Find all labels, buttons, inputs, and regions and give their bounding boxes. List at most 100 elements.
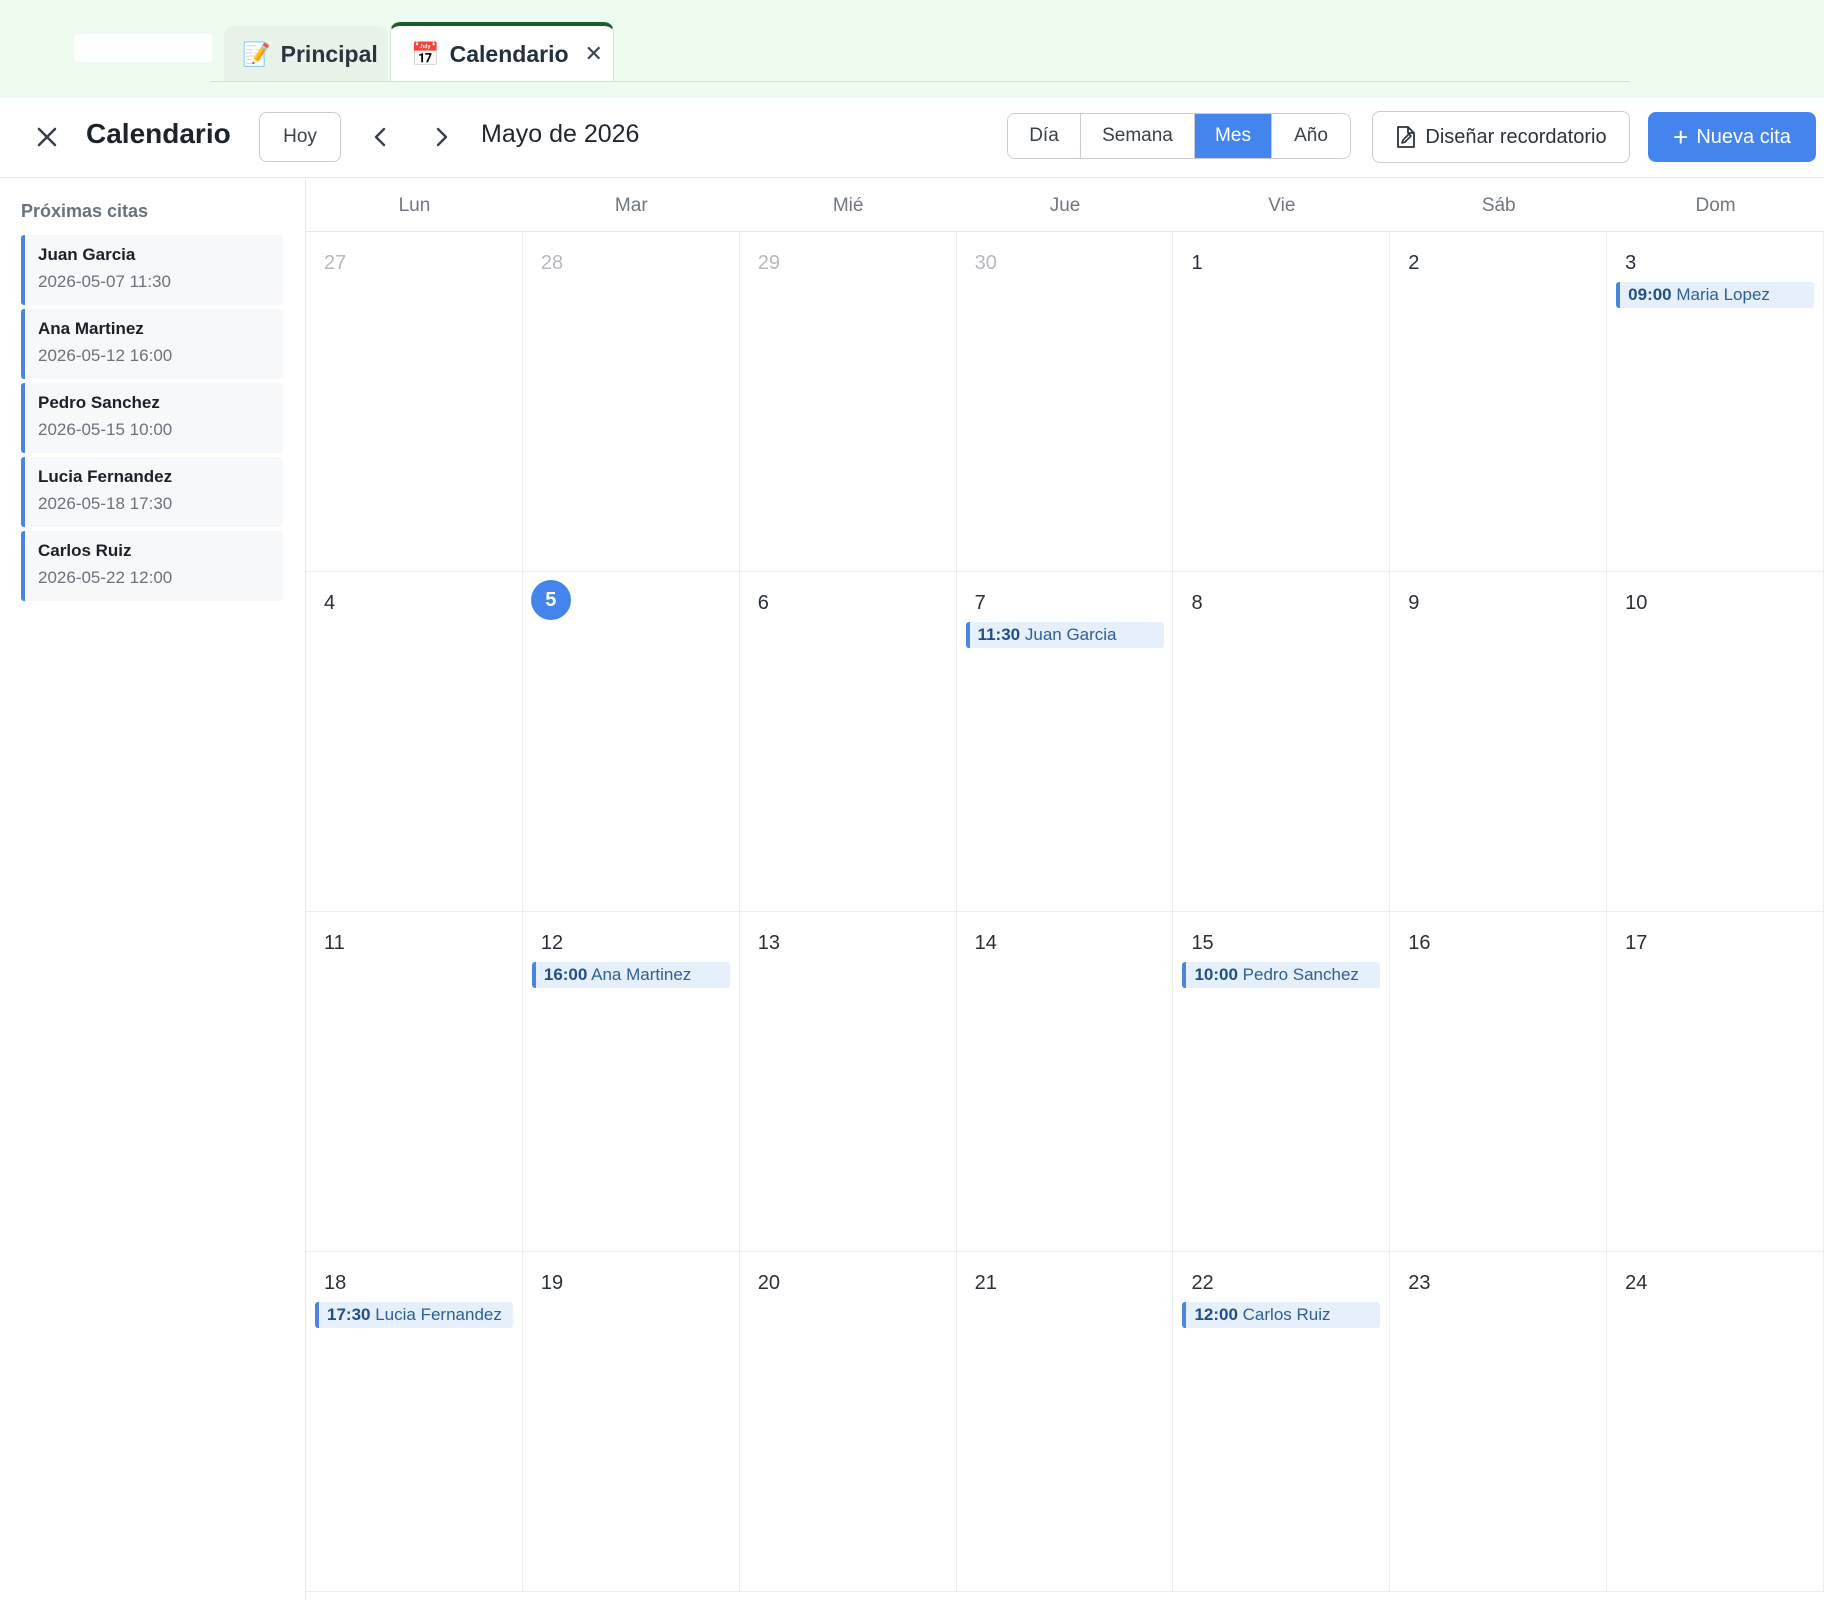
upcoming-item[interactable]: Carlos Ruiz 2026-05-22 12:00 — [21, 531, 283, 601]
day-cell[interactable]: 24 — [1607, 1252, 1824, 1591]
day-number: 6 — [757, 592, 769, 614]
design-reminder-label: Diseñar recordatorio — [1425, 125, 1607, 148]
day-number: 2 — [1408, 252, 1420, 274]
tab-principal[interactable]: 📝 Principal — [224, 26, 388, 82]
day-cell[interactable]: 3 09:00 Maria Lopez — [1607, 232, 1824, 571]
day-number: 15 — [1191, 932, 1214, 954]
day-cell[interactable]: 1 — [1173, 232, 1391, 571]
day-cell[interactable]: 18 17:30 Lucia Fernandez — [306, 1252, 523, 1591]
weekday-label: Vie — [1268, 195, 1296, 216]
day-cell[interactable]: 29 — [740, 232, 957, 571]
day-number: 7 — [974, 592, 986, 614]
new-appointment-button[interactable]: + Nueva cita — [1648, 112, 1816, 162]
weekday-label: Sáb — [1481, 195, 1516, 216]
day-cell[interactable]: 9 — [1390, 572, 1608, 911]
upcoming-item[interactable]: Juan Garcia 2026-05-07 11:30 — [21, 235, 283, 305]
day-number: 23 — [1408, 1272, 1431, 1294]
day-number: 10 — [1625, 592, 1648, 614]
day-cell[interactable]: 16 — [1390, 912, 1608, 1251]
appointment-chip[interactable]: 10:00 Pedro Sanchez — [1182, 962, 1381, 988]
upcoming-item[interactable]: Lucia Fernandez 2026-05-18 17:30 — [21, 457, 283, 527]
day-number: 14 — [974, 932, 997, 954]
day-cell[interactable]: 19 — [523, 1252, 740, 1591]
upcoming-name: Carlos Ruiz — [38, 541, 132, 560]
day-cell[interactable]: 12 16:00 Ana Martinez — [523, 912, 740, 1251]
day-cell[interactable]: 30 — [957, 232, 1174, 571]
upcoming-item[interactable]: Pedro Sanchez 2026-05-15 10:00 — [21, 383, 283, 453]
appointment-name: Pedro Sanchez — [1242, 965, 1359, 984]
day-cell[interactable]: 15 10:00 Pedro Sanchez — [1173, 912, 1391, 1251]
sidebar-title: Próximas citas — [21, 201, 149, 221]
day-cell[interactable]: 27 — [306, 232, 523, 571]
upcoming-sidebar: Próximas citas Juan Garcia 2026-05-07 11… — [0, 179, 306, 1600]
chevron-right-icon[interactable] — [424, 120, 458, 154]
day-cell[interactable]: 5 — [523, 572, 740, 911]
upcoming-name: Juan Garcia — [38, 245, 136, 264]
close-icon[interactable] — [32, 122, 62, 152]
week-row: 11 12 16:00 Ana Martinez 13 14 15 10:00 Pedro … — [306, 912, 1824, 1252]
day-cell[interactable]: 11 — [306, 912, 523, 1251]
current-month-label: Mayo de 2026 — [481, 120, 640, 148]
day-cell[interactable]: 28 — [523, 232, 740, 571]
view-month-button[interactable]: Mes — [1195, 114, 1272, 158]
day-number: 19 — [540, 1272, 564, 1294]
appointment-time: 09:00 — [1628, 285, 1672, 304]
day-cell[interactable]: 21 — [957, 1252, 1174, 1591]
today-button[interactable]: Hoy — [259, 112, 341, 162]
day-cell[interactable]: 7 11:30 Juan Garcia — [957, 572, 1174, 911]
day-cell[interactable]: 8 — [1173, 572, 1391, 911]
appointment-chip[interactable]: 12:00 Carlos Ruiz — [1182, 1302, 1381, 1328]
day-cell[interactable]: 4 — [306, 572, 523, 911]
appointment-chip[interactable]: 16:00 Ana Martinez — [531, 962, 730, 988]
appointment-time: 16:00 — [543, 965, 588, 984]
month-grid: 27 28 29 30 1 2 3 09:00 Maria Lopez 4 5 6 7 11:30 Ju… — [306, 232, 1824, 1592]
day-cell[interactable]: 2 — [1390, 232, 1608, 571]
memo-icon: 📝 — [242, 41, 271, 68]
day-cell[interactable]: 22 12:00 Carlos Ruiz — [1173, 1252, 1391, 1591]
day-number: 18 — [324, 1272, 347, 1294]
close-tab-icon[interactable]: ✕ — [585, 42, 603, 67]
weekday-label: Mié — [832, 195, 864, 216]
day-cell[interactable]: 23 — [1390, 1252, 1608, 1591]
day-number: 9 — [1408, 592, 1420, 614]
appointment-chip[interactable]: 09:00 Maria Lopez — [1616, 282, 1815, 308]
day-cell[interactable]: 20 — [740, 1252, 957, 1591]
appointment-name: Lucia Fernandez — [375, 1305, 502, 1324]
day-number: 30 — [974, 252, 997, 274]
day-cell[interactable]: 6 — [740, 572, 957, 911]
tab-calendario-label: Calendario — [449, 40, 569, 67]
tab-strip: 📝 Principal 📅 Calendario ✕ — [0, 0, 1824, 98]
view-week-button[interactable]: Semana — [1081, 114, 1195, 158]
tab-principal-label: Principal — [280, 40, 378, 67]
chevron-left-icon[interactable] — [364, 120, 398, 154]
day-number: 1 — [1191, 252, 1203, 274]
day-number: 22 — [1191, 1272, 1214, 1294]
day-cell[interactable]: 10 — [1607, 572, 1824, 911]
week-row: 27 28 29 30 1 2 3 09:00 Maria Lopez — [306, 232, 1824, 572]
appointment-chip[interactable]: 11:30 Juan Garcia — [965, 622, 1164, 648]
view-year-button[interactable]: Año — [1272, 114, 1350, 158]
day-number: 8 — [1191, 592, 1203, 614]
day-cell[interactable]: 17 — [1607, 912, 1824, 1251]
appointment-time: 12:00 — [1194, 1305, 1238, 1324]
upcoming-date: 2026-05-22 12:00 — [38, 568, 173, 587]
tab-placeholder — [74, 34, 212, 62]
day-number: 3 — [1625, 252, 1637, 274]
weekday-label: Jue — [1049, 195, 1081, 216]
day-cell[interactable]: 13 — [740, 912, 957, 1251]
view-day-button[interactable]: Día — [1008, 114, 1081, 158]
day-cell[interactable]: 14 — [957, 912, 1174, 1251]
design-reminder-button[interactable]: Diseñar recordatorio — [1372, 111, 1630, 163]
calendar-toolbar: Calendario Hoy Mayo de 2026 Día Semana M… — [0, 98, 1824, 178]
day-number: 28 — [540, 252, 564, 274]
appointment-time: 10:00 — [1194, 965, 1238, 984]
appointment-name: Maria Lopez — [1676, 285, 1770, 304]
day-number: 11 — [324, 932, 345, 954]
tab-calendario[interactable]: 📅 Calendario ✕ — [390, 22, 614, 82]
upcoming-date: 2026-05-15 10:00 — [38, 420, 173, 439]
appointment-chip[interactable]: 17:30 Lucia Fernandez — [315, 1302, 513, 1328]
upcoming-item[interactable]: Ana Martinez 2026-05-12 16:00 — [21, 309, 283, 379]
appointment-name: Carlos Ruiz — [1242, 1305, 1331, 1324]
day-number: 20 — [757, 1272, 780, 1294]
day-number: 27 — [324, 252, 347, 274]
